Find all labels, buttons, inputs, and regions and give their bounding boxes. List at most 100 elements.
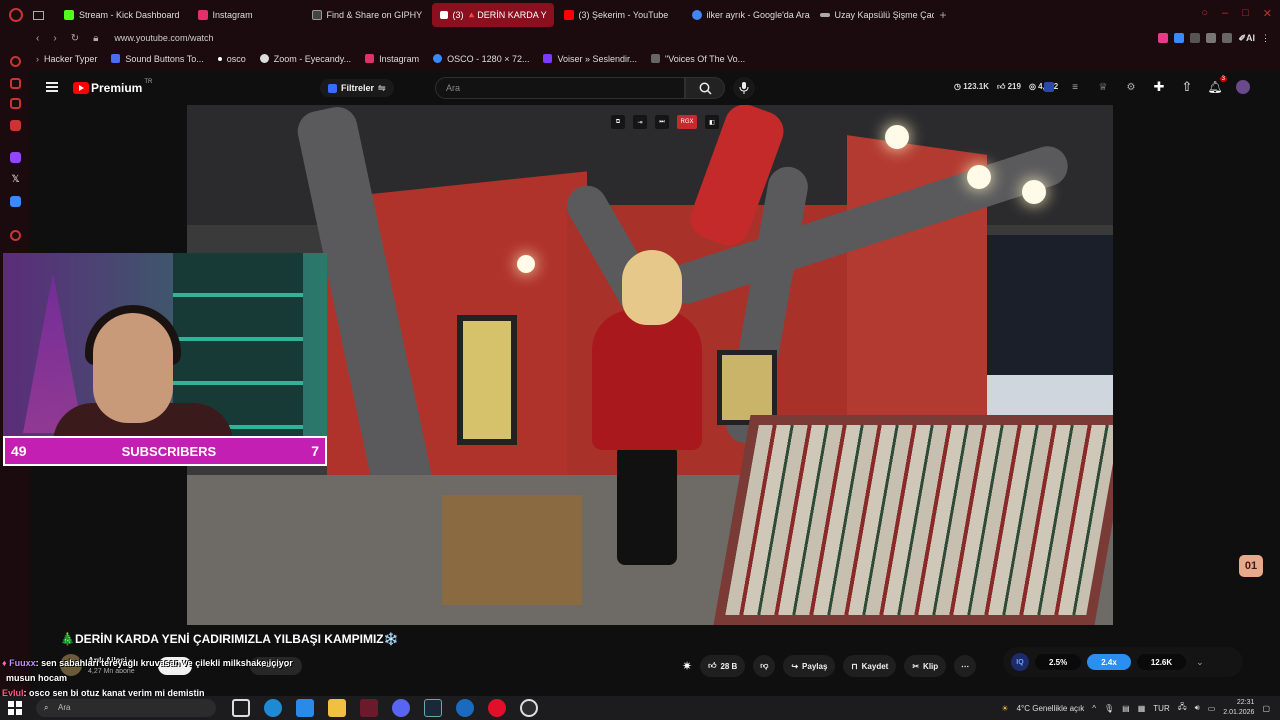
- avatar[interactable]: [1236, 80, 1250, 94]
- extension-icon[interactable]: [1158, 33, 1169, 43]
- browser-logo-icon[interactable]: [9, 8, 23, 22]
- rgx-button[interactable]: RGX: [677, 115, 697, 129]
- filters-button[interactable]: Filtreler ⇋: [320, 79, 394, 97]
- app-icon[interactable]: [456, 699, 474, 717]
- sidebar-icon-6[interactable]: [10, 196, 21, 207]
- close-icon[interactable]: ✕: [1263, 7, 1272, 20]
- twitch-icon[interactable]: [10, 152, 21, 163]
- tray-chevron-icon[interactable]: ^: [1092, 704, 1096, 713]
- x-icon[interactable]: 𝕏: [10, 174, 21, 185]
- app-tray-icon[interactable]: ▤: [1122, 704, 1130, 713]
- microphone-icon: [739, 82, 749, 94]
- vscode-icon[interactable]: [296, 699, 314, 717]
- sidebar-icon-7[interactable]: [10, 230, 21, 241]
- tab-sekerim-youtube[interactable]: (3) Şekerim - YouTube: [556, 3, 682, 27]
- sidebar-icon-2[interactable]: [10, 78, 21, 89]
- task-view-icon[interactable]: [232, 699, 250, 717]
- tab-giphy[interactable]: Find & Share on GIPHY: [304, 3, 430, 27]
- list-icon[interactable]: ≡: [1068, 80, 1082, 94]
- clip-button[interactable]: ✂ Klip: [904, 655, 947, 677]
- notification-center-icon[interactable]: ▢: [1262, 704, 1270, 713]
- bookmark-voices[interactable]: "Voices Of The Vo...: [651, 54, 745, 64]
- stat-pill[interactable]: 2.5%: [1035, 654, 1082, 670]
- microphone-icon[interactable]: 🎙︎: [1104, 704, 1114, 713]
- share-button[interactable]: ↪ Paylaş: [783, 655, 836, 677]
- popout-icon[interactable]: ⧉: [611, 115, 625, 129]
- tab-youtube-active[interactable]: (3) 🔺DERİN KARDA Y: [431, 3, 554, 27]
- app-tray-icon[interactable]: ▦: [1138, 704, 1146, 713]
- dislike-button[interactable]: 👎︎: [753, 655, 776, 677]
- reload-icon[interactable]: ↻: [71, 33, 79, 44]
- ai-button[interactable]: ✐AI: [1238, 33, 1255, 44]
- file-explorer-icon[interactable]: [328, 699, 346, 717]
- opera-icon[interactable]: [488, 699, 506, 717]
- search-tabs-icon[interactable]: ○: [1201, 7, 1208, 20]
- maximize-icon[interactable]: □: [1242, 7, 1249, 20]
- new-tab-button[interactable]: +: [940, 8, 947, 22]
- sidebar-icon-4[interactable]: [10, 120, 21, 131]
- extension-icon[interactable]: [1174, 33, 1185, 43]
- forward-icon[interactable]: ›: [53, 33, 56, 44]
- video-actions: ✷ 👍︎ 28 B 👎︎ ↪ Paylaş ⊓ Kaydet ✂ Klip ⋯: [682, 655, 977, 677]
- iq-extension-icon[interactable]: [1044, 82, 1054, 92]
- bookmark-hacker-typer[interactable]: › Hacker Typer: [36, 54, 97, 64]
- upload-icon[interactable]: ⇧: [1180, 79, 1194, 94]
- download-icon[interactable]: [1222, 33, 1233, 43]
- volume-icon[interactable]: 🔊︎: [1195, 703, 1200, 713]
- bookmark-osco[interactable]: osco: [217, 54, 246, 64]
- bookmark-sound-buttons[interactable]: Sound Buttons To...: [111, 54, 204, 64]
- weather-icon[interactable]: ☀: [1001, 704, 1008, 713]
- split-icon[interactable]: ◧: [705, 115, 719, 129]
- skip-icon[interactable]: ⏭: [655, 115, 669, 129]
- tab-uzay-kapsulu[interactable]: Uzay Kapsülü Şişme Çadır: [812, 3, 934, 27]
- extension-icon[interactable]: [1206, 33, 1217, 43]
- menu-dots-icon[interactable]: ⋮: [1261, 33, 1270, 44]
- stat-pill[interactable]: 12.6K: [1136, 654, 1187, 670]
- like-button[interactable]: 👍︎ 28 B: [700, 655, 746, 677]
- bookmark-zoom[interactable]: Zoom - Eyecandy...: [259, 54, 351, 64]
- bookmark-icon: ⊓: [851, 661, 858, 671]
- back-icon[interactable]: ‹: [36, 33, 39, 44]
- windows-start-icon[interactable]: [8, 701, 22, 715]
- taskbar-search[interactable]: ⌕ Ara: [36, 699, 216, 717]
- weather-text[interactable]: 4°C Genellikle açık: [1017, 704, 1085, 713]
- sidebar-icon-1[interactable]: [10, 56, 21, 67]
- stat-pill-active[interactable]: 2.4x: [1087, 654, 1131, 670]
- puzzle-icon[interactable]: [1190, 33, 1201, 43]
- search-icon: [699, 82, 712, 95]
- clock[interactable]: 22:31 2.01.2026: [1223, 698, 1254, 718]
- settings-icon[interactable]: ⚙: [1124, 80, 1138, 94]
- enter-icon[interactable]: ⇥: [633, 115, 647, 129]
- create-icon[interactable]: ✚: [1152, 79, 1166, 94]
- menu-icon[interactable]: [46, 82, 58, 92]
- url-field[interactable]: www.youtube.com/watch: [114, 33, 213, 43]
- battery-icon[interactable]: ▭: [1208, 704, 1216, 713]
- bookmark-instagram[interactable]: Instagram: [365, 54, 419, 64]
- save-button[interactable]: ⊓ Kaydet: [843, 655, 897, 677]
- search-button[interactable]: [685, 77, 725, 99]
- minimize-icon[interactable]: –: [1222, 7, 1228, 20]
- notifications-icon[interactable]: 🔔︎ 3: [1207, 76, 1227, 94]
- tab-kick-dashboard[interactable]: Stream - Kick Dashboard: [56, 3, 188, 27]
- gear-icon[interactable]: ✷: [682, 659, 692, 673]
- lock-icon[interactable]: 🔒︎: [93, 33, 98, 44]
- discord-icon[interactable]: [392, 699, 410, 717]
- tab-overview-icon[interactable]: [33, 10, 44, 20]
- youtube-logo[interactable]: Premium TR: [73, 79, 152, 95]
- obs-icon[interactable]: [520, 699, 538, 717]
- trophy-icon[interactable]: ♕: [1096, 80, 1110, 94]
- steam-icon[interactable]: [424, 699, 442, 717]
- more-button[interactable]: ⋯: [954, 655, 977, 677]
- chevron-down-icon[interactable]: ⌄: [1196, 657, 1204, 668]
- opera-gx-icon[interactable]: [360, 699, 378, 717]
- bookmark-voiser[interactable]: Voiser » Seslendir...: [543, 54, 637, 64]
- tab-google-search[interactable]: ilker ayrık - Google'da Ara: [684, 3, 810, 27]
- tab-instagram[interactable]: Instagram: [190, 3, 302, 27]
- network-icon[interactable]: 🖧︎: [1178, 701, 1187, 715]
- edge-icon[interactable]: [264, 699, 282, 717]
- search-input[interactable]: Ara: [435, 77, 685, 99]
- language-indicator[interactable]: TUR: [1153, 704, 1169, 713]
- voice-search-button[interactable]: [733, 77, 755, 99]
- sidebar-icon-3[interactable]: [10, 98, 21, 109]
- bookmark-osco-1280[interactable]: OSCO - 1280 × 72...: [433, 54, 529, 64]
